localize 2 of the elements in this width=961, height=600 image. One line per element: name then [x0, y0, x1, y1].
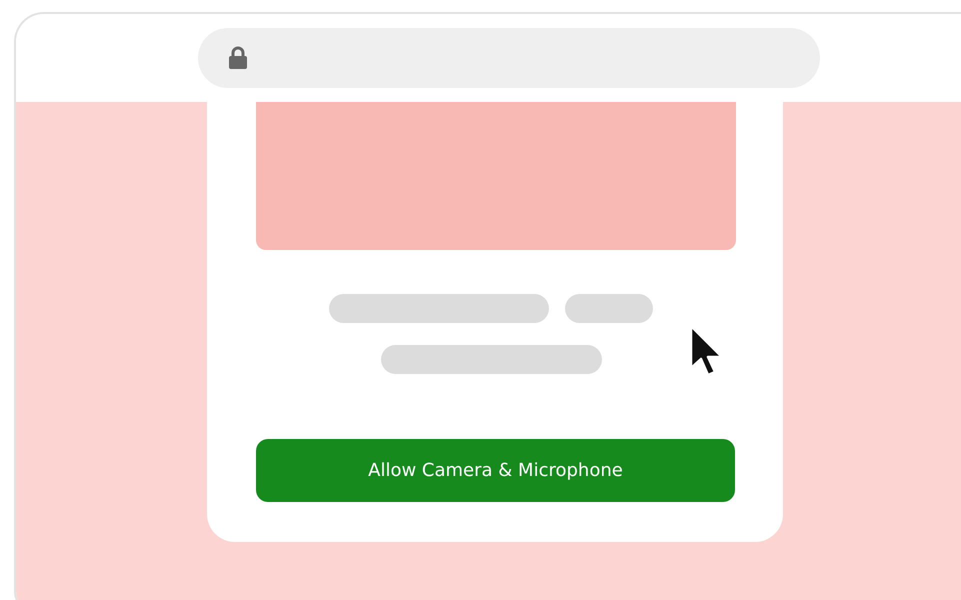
lock-icon — [228, 46, 248, 70]
allow-button[interactable]: Allow Camera & Microphone — [256, 439, 735, 502]
